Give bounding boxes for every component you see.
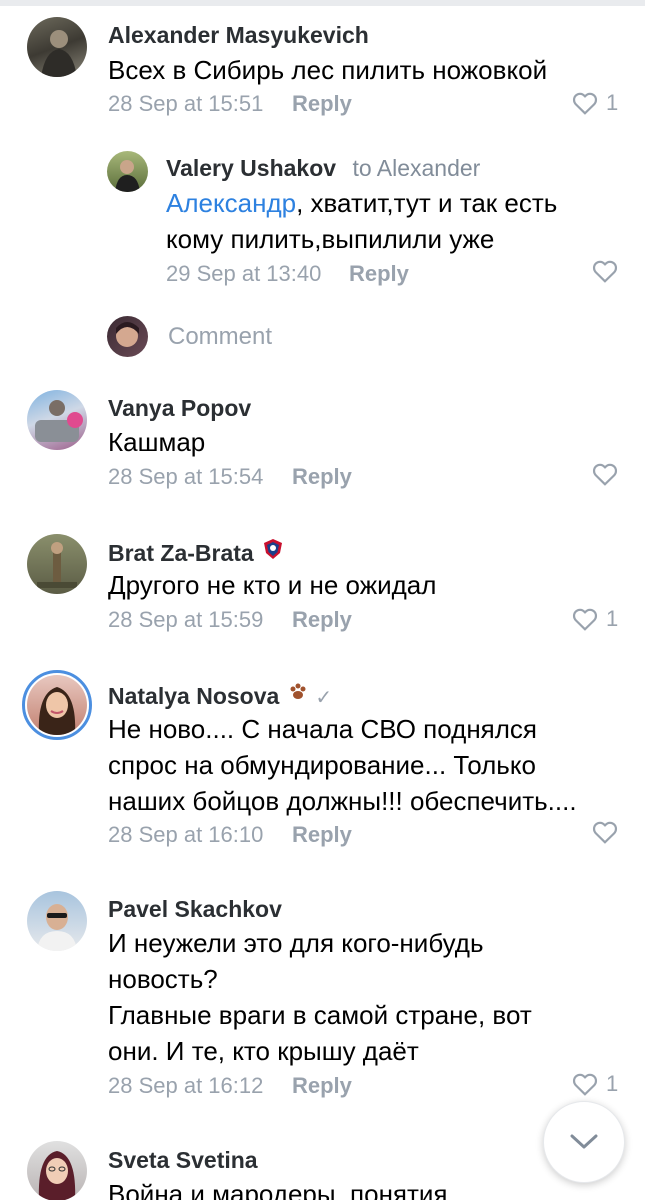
like-button[interactable]: 1 xyxy=(572,1069,618,1099)
comment-time: 28 Sep at 15:51 xyxy=(108,91,264,116)
comment-text-line: кому пилить,выпилили уже xyxy=(166,224,495,254)
heart-outline-icon xyxy=(572,1073,598,1096)
mention-link[interactable]: Александр xyxy=(166,188,296,218)
avatar[interactable] xyxy=(27,534,87,594)
reply-button[interactable]: Reply xyxy=(292,1073,352,1099)
author-name[interactable]: Natalya Nosova ✓ xyxy=(108,681,332,710)
like-count: 1 xyxy=(606,606,619,631)
author-name[interactable]: Pavel Skachkov xyxy=(108,896,282,923)
author-name[interactable]: Valery Ushakov to Alexander xyxy=(166,155,480,182)
heart-outline-icon xyxy=(572,608,598,631)
comment-text-line: новость? xyxy=(108,964,218,994)
author-name-text[interactable]: Natalya Nosova xyxy=(108,683,279,709)
avatar[interactable] xyxy=(107,151,148,192)
avatar[interactable] xyxy=(27,891,87,951)
comment-text: Война и мародеры, понятия xyxy=(108,1179,448,1200)
comment-text-part: , хватит,тут и так есть xyxy=(296,188,558,218)
verified-checkmark-icon: ✓ xyxy=(315,687,333,709)
author-name[interactable]: Brat Za-Brata xyxy=(108,538,284,567)
paw-emoji-icon xyxy=(287,681,309,709)
reply-button[interactable]: Reply xyxy=(292,91,352,117)
author-name[interactable]: Vanya Popov xyxy=(108,395,251,422)
top-divider xyxy=(0,0,645,6)
author-name[interactable]: Sveta Svetina xyxy=(108,1147,258,1174)
comment-text: Александр, хватит,тут и так есть xyxy=(166,185,557,221)
heart-outline-icon xyxy=(592,463,618,486)
comment-text-line: Не ново.... С начала СВО поднялся xyxy=(108,714,538,744)
comment-time: 28 Sep at 16:12 xyxy=(108,1073,264,1098)
like-button[interactable] xyxy=(592,817,618,847)
comment-text: Кашмар xyxy=(108,427,206,457)
like-count: 1 xyxy=(606,90,619,115)
reply-to-label[interactable]: to Alexander xyxy=(352,155,480,181)
avatar[interactable] xyxy=(27,390,87,450)
author-name-text[interactable]: Brat Za-Brata xyxy=(108,540,254,566)
heart-outline-icon xyxy=(572,92,598,115)
my-avatar xyxy=(107,316,148,357)
chevron-down-icon xyxy=(570,1134,598,1149)
comment-text-line: Главные враги в самой стране, вот xyxy=(108,1000,532,1030)
like-button[interactable] xyxy=(592,459,618,489)
heart-outline-icon xyxy=(592,821,618,844)
comment-text-line: они. И те, кто крышу даёт xyxy=(108,1036,419,1066)
reply-button[interactable]: Reply xyxy=(349,261,409,287)
comment-text-line: спрос на обмундирование... Только xyxy=(108,750,536,780)
reply-button[interactable]: Reply xyxy=(292,822,352,848)
like-count: 1 xyxy=(606,1071,619,1096)
comment-link[interactable]: Comment xyxy=(168,323,272,351)
comment-text-line: И неужели это для кого-нибудь xyxy=(108,928,484,958)
author-name[interactable]: Alexander Masyukevich xyxy=(108,22,369,49)
avatar[interactable] xyxy=(27,17,87,77)
like-button[interactable]: 1 xyxy=(572,604,618,634)
author-name-text[interactable]: Valery Ushakov xyxy=(166,155,336,181)
like-button[interactable]: 1 xyxy=(572,88,618,118)
comment-text-line: наших бойцов должны!!! обеспечить.... xyxy=(108,786,577,816)
avatar[interactable] xyxy=(27,675,87,735)
like-button[interactable] xyxy=(592,256,618,286)
heart-outline-icon xyxy=(592,260,618,283)
reply-button[interactable]: Reply xyxy=(292,464,352,490)
comment-time: 29 Sep at 13:40 xyxy=(166,261,322,286)
scroll-down-button[interactable] xyxy=(543,1101,625,1183)
comment-text: Всех в Сибирь лес пилить ножовкой xyxy=(108,55,548,85)
avatar[interactable] xyxy=(27,1141,87,1200)
comment-time: 28 Sep at 15:54 xyxy=(108,464,264,489)
comment-text: Другого не кто и не ожидал xyxy=(108,570,437,600)
comment-time: 28 Sep at 16:10 xyxy=(108,822,264,847)
reply-button[interactable]: Reply xyxy=(292,607,352,633)
comment-time: 28 Sep at 15:59 xyxy=(108,607,264,632)
badge-emoji-icon xyxy=(262,538,284,566)
